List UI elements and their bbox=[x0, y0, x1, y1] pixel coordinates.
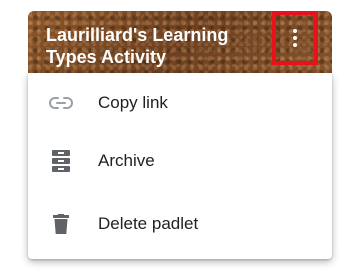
menu-item-label: Delete padlet bbox=[98, 214, 199, 233]
menu-item-delete-padlet[interactable]: Delete padlet bbox=[28, 194, 332, 254]
link-icon bbox=[48, 90, 74, 116]
menu-item-label: Archive bbox=[98, 151, 155, 170]
trash-icon bbox=[48, 211, 74, 237]
menu-item-archive[interactable]: Archive bbox=[28, 131, 332, 191]
menu-item-copy-link[interactable]: Copy link bbox=[28, 73, 332, 133]
context-menu: Copy link Archive Delete padlet bbox=[28, 73, 332, 259]
more-options-button[interactable] bbox=[272, 11, 318, 65]
archive-icon bbox=[48, 148, 74, 174]
menu-item-label: Copy link bbox=[98, 93, 168, 112]
more-vertical-icon bbox=[293, 29, 297, 47]
padlet-title: Laurilliard's Learning Types Activity bbox=[46, 25, 229, 67]
